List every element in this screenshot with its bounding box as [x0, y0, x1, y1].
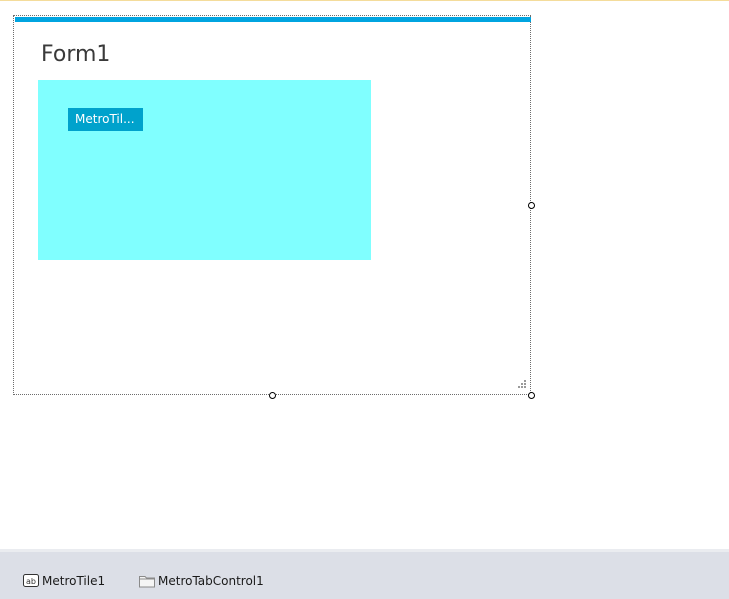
- resize-grip-icon[interactable]: [516, 380, 526, 390]
- svg-text:ab: ab: [26, 577, 36, 586]
- tray-item-metrotile1[interactable]: ab MetroTile1: [23, 574, 105, 588]
- resize-handle-bottom-right[interactable]: [528, 392, 535, 399]
- form-title: Form1: [41, 42, 111, 67]
- designer-surface[interactable]: Form1 MetroTil...: [0, 1, 729, 549]
- folder-icon: [139, 574, 155, 588]
- tray-item-label: MetroTile1: [42, 574, 106, 588]
- metro-tile[interactable]: MetroTil...: [68, 108, 143, 131]
- form-accent-bar: [15, 17, 531, 22]
- tray-item-label: MetroTabControl1: [158, 574, 264, 588]
- resize-handle-bottom[interactable]: [269, 392, 276, 399]
- form-design-window[interactable]: Form1 MetroTil...: [13, 15, 531, 395]
- metro-tab-control[interactable]: MetroTil...: [38, 80, 371, 260]
- tray-item-metrotabcontrol1[interactable]: MetroTabControl1: [139, 574, 264, 588]
- textbox-icon: ab: [23, 574, 39, 588]
- resize-handle-right[interactable]: [528, 202, 535, 209]
- component-tray: ab MetroTile1 MetroTabControl1: [0, 549, 729, 599]
